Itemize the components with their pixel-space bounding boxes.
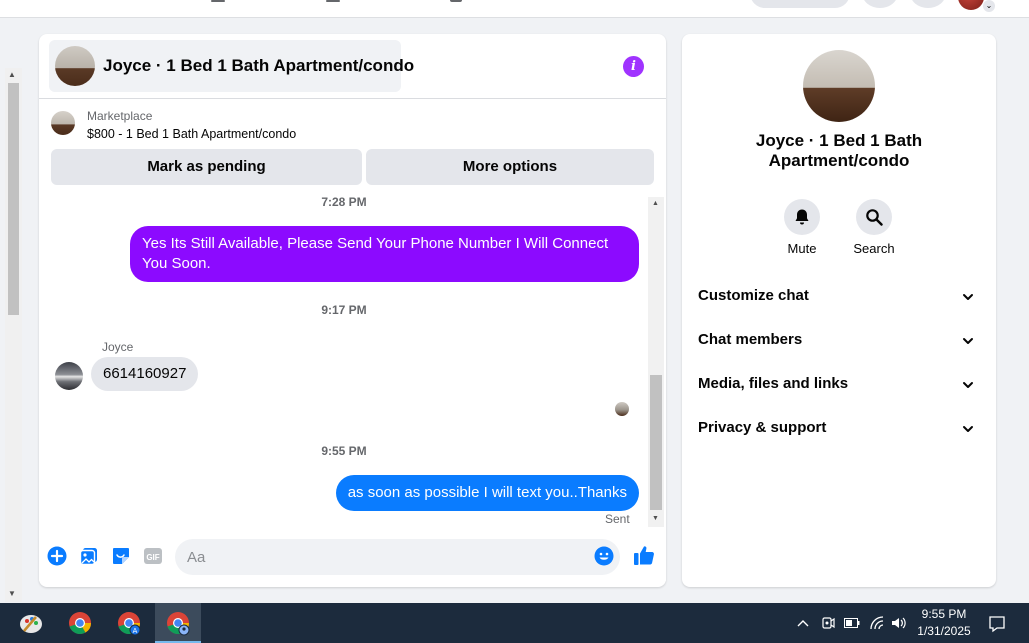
chat-panel: Joyce · 1 Bed 1 Bath Apartment/condo i M… xyxy=(39,34,666,587)
menu-button[interactable] xyxy=(862,0,898,8)
scroll-down-arrow-icon[interactable]: ▼ xyxy=(652,515,659,522)
plus-circle-icon[interactable] xyxy=(47,546,67,566)
chevron-down-icon[interactable] xyxy=(962,379,974,391)
wifi-icon[interactable] xyxy=(869,615,885,631)
meet-now-icon[interactable] xyxy=(821,615,835,631)
message-timestamp: 9:55 PM xyxy=(321,444,367,458)
message-input[interactable] xyxy=(175,539,620,575)
outgoing-message[interactable]: as soon as possible I will text you..Tha… xyxy=(335,475,639,511)
search-button[interactable]: Search xyxy=(844,199,904,256)
outgoing-message[interactable]: Yes Its Still Available, Please Send You… xyxy=(130,226,639,282)
nav-tab-icon[interactable] xyxy=(326,0,340,2)
nav-tab-icon[interactable] xyxy=(450,0,462,2)
top-navigation-bar: ⌄ xyxy=(0,0,1029,18)
marketplace-bar: Marketplace $800 - 1 Bed 1 Bath Apartmen… xyxy=(39,99,666,197)
chevron-down-icon[interactable] xyxy=(962,291,974,303)
emoji-icon[interactable] xyxy=(594,546,614,566)
taskbar: A 9:55 PM 1/31/2025 xyxy=(0,603,1029,643)
scroll-up-arrow-icon[interactable]: ▲ xyxy=(8,70,16,79)
svg-text:A: A xyxy=(133,628,138,635)
sticker-icon[interactable] xyxy=(111,546,131,566)
clock-date: 1/31/2025 xyxy=(917,624,971,638)
listing-title[interactable]: $800 - 1 Bed 1 Bath Apartment/condo xyxy=(87,127,296,141)
battery-icon[interactable] xyxy=(844,618,860,628)
avatar xyxy=(55,46,95,86)
thumbs-up-icon[interactable] xyxy=(633,544,655,566)
message-timestamp: 9:17 PM xyxy=(321,303,367,317)
privacy-support-section[interactable]: Privacy & support xyxy=(698,419,982,443)
message-scrollbar[interactable]: ▲ ▼ xyxy=(648,197,664,527)
mark-as-pending-button[interactable]: Mark as pending xyxy=(51,149,362,185)
marketplace-label: Marketplace xyxy=(87,109,153,123)
section-label: Privacy & support xyxy=(698,419,827,436)
notification-icon[interactable] xyxy=(988,615,1006,633)
messenger-button[interactable] xyxy=(910,0,946,8)
chevron-down-icon[interactable] xyxy=(962,335,974,347)
mute-label: Mute xyxy=(787,241,817,256)
search-label: Search xyxy=(853,241,895,256)
clock-time: 9:55 PM xyxy=(921,607,967,621)
listing-thumbnail[interactable] xyxy=(51,111,75,135)
media-files-links-section[interactable]: Media, files and links xyxy=(698,375,982,399)
account-avatar[interactable] xyxy=(958,0,984,10)
scroll-down-arrow-icon[interactable]: ▼ xyxy=(8,589,16,598)
mute-button[interactable]: Mute xyxy=(772,199,832,256)
sender-name: Joyce xyxy=(102,340,134,354)
chrome-profile-a-icon[interactable]: A xyxy=(106,603,152,643)
message-list: 7:28 PM Yes Its Still Available, Please … xyxy=(39,195,666,527)
message-composer: GIF xyxy=(39,531,666,581)
sent-status: Sent xyxy=(605,512,630,526)
conversation-info-panel: Joyce · 1 Bed 1 Bath Apartment/condo Mut… xyxy=(682,34,996,587)
chrome-profile-icon[interactable] xyxy=(155,603,201,643)
customize-chat-section[interactable]: Customize chat xyxy=(698,287,982,311)
conversation-title: Joyce · 1 Bed 1 Bath Apartment/condo xyxy=(103,56,415,75)
section-label: Media, files and links xyxy=(698,375,849,392)
search-icon[interactable] xyxy=(856,199,892,235)
avatar[interactable] xyxy=(803,50,875,122)
chevron-up-icon[interactable] xyxy=(796,617,810,629)
photo-icon[interactable] xyxy=(79,546,99,566)
volume-icon[interactable] xyxy=(890,615,906,631)
bell-icon[interactable] xyxy=(784,199,820,235)
scrollbar-thumb[interactable] xyxy=(8,83,19,315)
chrome-icon[interactable] xyxy=(57,603,103,643)
conversation-header-button[interactable]: Joyce · 1 Bed 1 Bath Apartment/condo xyxy=(49,40,414,92)
info-icon[interactable]: i xyxy=(623,56,644,77)
paint-app-icon[interactable] xyxy=(8,603,54,643)
chat-members-section[interactable]: Chat members xyxy=(698,331,982,355)
incoming-message[interactable]: 6614160927 xyxy=(91,357,199,391)
nav-tab-icon[interactable] xyxy=(211,0,225,2)
gif-icon[interactable]: GIF xyxy=(143,546,163,566)
conversation-name: Joyce · 1 Bed 1 Bath Apartment/condo xyxy=(755,131,923,170)
avatar[interactable] xyxy=(55,362,83,390)
chevron-down-icon[interactable] xyxy=(962,423,974,435)
seen-indicator-avatar xyxy=(615,402,629,416)
scrollbar-thumb[interactable] xyxy=(650,375,662,510)
page-scrollbar[interactable]: ▲ ▼ xyxy=(5,68,22,602)
section-label: Chat members xyxy=(698,331,803,348)
chevron-down-icon[interactable]: ⌄ xyxy=(983,0,995,12)
system-clock[interactable]: 9:55 PM 1/31/2025 xyxy=(906,606,982,640)
chat-header: Joyce · 1 Bed 1 Bath Apartment/condo i xyxy=(39,34,666,99)
message-timestamp: 7:28 PM xyxy=(321,195,367,209)
svg-text:GIF: GIF xyxy=(146,553,159,562)
section-label: Customize chat xyxy=(698,287,809,304)
more-options-button[interactable]: More options xyxy=(366,149,654,185)
search-pill[interactable] xyxy=(750,0,850,8)
scroll-up-arrow-icon[interactable]: ▲ xyxy=(652,200,659,207)
